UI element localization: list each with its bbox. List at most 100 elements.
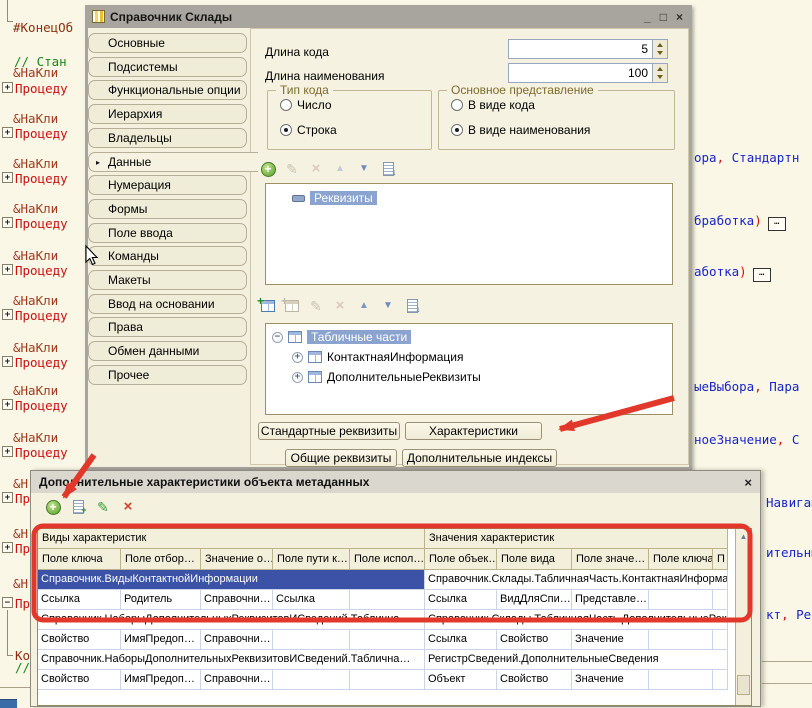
- table-cell[interactable]: [273, 630, 350, 650]
- sort-list-icon[interactable]: ↓: [404, 298, 420, 314]
- tab-подсистемы[interactable]: Подсистемы: [88, 57, 247, 77]
- table-cell[interactable]: ИмяПредоп…: [121, 630, 201, 650]
- table-row[interactable]: СвойствоИмяПредоп…Справочни…СсылкаСвойст…: [38, 630, 751, 650]
- expand-icon[interactable]: +: [2, 127, 13, 138]
- table-cell[interactable]: [350, 670, 425, 690]
- column-header[interactable]: Значение о…: [201, 549, 273, 570]
- expand-icon[interactable]: +: [2, 217, 13, 228]
- attributes-tree[interactable]: Реквизиты: [265, 183, 673, 285]
- radio-button-icon[interactable]: [280, 124, 292, 136]
- expand-icon[interactable]: +: [2, 542, 13, 553]
- table-cell[interactable]: [713, 630, 728, 650]
- tree-item-label[interactable]: Реквизиты: [310, 191, 377, 205]
- tab-функциональные-опции[interactable]: Функциональные опции: [88, 80, 247, 100]
- additional-indexes-button[interactable]: Дополнительные индексы: [402, 449, 557, 467]
- edit-icon[interactable]: ✎: [95, 499, 111, 515]
- tab-иерархия[interactable]: Иерархия: [88, 104, 247, 124]
- radio-число[interactable]: Число: [280, 98, 332, 112]
- tree-item-tabular-sections[interactable]: −Табличные части: [272, 330, 411, 344]
- table-cell[interactable]: Свойство: [38, 670, 121, 690]
- table-row[interactable]: Справочник.ВидыКонтактнойИнформацииСправ…: [38, 570, 751, 590]
- table-cell[interactable]: ИмяПредоп…: [121, 670, 201, 690]
- characteristics-button[interactable]: Характеристики: [405, 422, 542, 440]
- table-cell[interactable]: [350, 630, 425, 650]
- add-subordinate-icon[interactable]: +: [284, 298, 300, 314]
- add-icon[interactable]: +: [260, 161, 276, 177]
- minimize-button[interactable]: _: [644, 11, 651, 23]
- edit-icon[interactable]: ✎: [308, 298, 324, 314]
- table-cell[interactable]: Ссылка: [38, 590, 121, 610]
- collapse-icon[interactable]: −: [2, 597, 13, 608]
- table-cell[interactable]: Значение: [572, 670, 649, 690]
- close-button[interactable]: ×: [676, 11, 683, 23]
- vertical-scrollbar[interactable]: ▲: [735, 529, 751, 705]
- tab-владельцы[interactable]: Владельцы: [88, 128, 247, 148]
- standard-attributes-button[interactable]: Стандартные реквизиты: [258, 422, 400, 440]
- delete-icon[interactable]: ×: [332, 298, 348, 314]
- collapsed-code-icon[interactable]: …: [753, 268, 771, 282]
- tab-нумерация[interactable]: Нумерация: [88, 175, 247, 195]
- delete-icon[interactable]: ×: [120, 499, 136, 515]
- collapse-icon[interactable]: −: [272, 332, 283, 343]
- code-length-field[interactable]: 5: [508, 39, 668, 59]
- sort-list-icon[interactable]: ↓: [380, 161, 396, 177]
- column-header[interactable]: Поле пути к…: [273, 549, 350, 570]
- tab-основные[interactable]: Основные: [88, 33, 247, 53]
- tab-ввод-на-основании[interactable]: Ввод на основании: [88, 294, 247, 314]
- code-length-value[interactable]: 5: [509, 40, 652, 58]
- tree-item-attributes[interactable]: Реквизиты: [292, 191, 377, 205]
- radio-в-виде-наименования[interactable]: В виде наименования: [451, 123, 590, 137]
- tab-права[interactable]: Права: [88, 317, 247, 337]
- expand-icon[interactable]: +: [2, 492, 13, 503]
- scroll-thumb[interactable]: [737, 675, 750, 695]
- table-cell[interactable]: Ссылка: [425, 590, 497, 610]
- tab-данные[interactable]: ▸Данные: [88, 152, 258, 172]
- move-up-icon[interactable]: ▲: [332, 161, 348, 177]
- table-cell-merged[interactable]: Справочник.ВидыКонтактнойИнформации: [38, 570, 425, 590]
- tabular-sections-tree[interactable]: −Табличные части +КонтактнаяИнформация +До…: [265, 323, 673, 415]
- column-header[interactable]: Поле вида: [497, 549, 572, 570]
- move-down-icon[interactable]: ▼: [380, 298, 396, 314]
- table-cell[interactable]: Объект: [425, 670, 497, 690]
- table-cell[interactable]: Ссылка: [273, 590, 350, 610]
- table-cell[interactable]: Свойство: [497, 670, 572, 690]
- column-header[interactable]: Поле ключа…: [649, 549, 713, 570]
- spinner-buttons[interactable]: [652, 40, 667, 58]
- add-icon[interactable]: +: [45, 499, 61, 515]
- tree-item-контактнаяинформация[interactable]: +КонтактнаяИнформация: [292, 350, 463, 364]
- table-row[interactable]: Справочник.НаборыДополнительныхРеквизито…: [38, 610, 751, 630]
- table-cell[interactable]: [713, 590, 728, 610]
- delete-icon[interactable]: ×: [308, 161, 324, 177]
- radio-button-icon[interactable]: [280, 99, 292, 111]
- table-cell-merged[interactable]: Справочник.НаборыДополнительныхРеквизито…: [38, 650, 425, 670]
- table-cell[interactable]: [273, 670, 350, 690]
- table-cell[interactable]: [649, 630, 713, 650]
- expand-icon[interactable]: +: [2, 264, 13, 275]
- expand-icon[interactable]: +: [2, 356, 13, 367]
- expand-icon[interactable]: +: [292, 372, 303, 383]
- table-cell[interactable]: Свойство: [38, 630, 121, 650]
- common-attributes-button[interactable]: Общие реквизиты: [285, 449, 397, 467]
- spin-down-icon[interactable]: [657, 51, 663, 55]
- table-cell-merged[interactable]: Справочник.Склады.ТабличнаяЧасть.Контакт…: [425, 570, 728, 590]
- expand-icon[interactable]: +: [2, 399, 13, 410]
- tab-макеты[interactable]: Макеты: [88, 270, 247, 290]
- spinner-buttons[interactable]: [652, 64, 667, 82]
- table-cell[interactable]: Представле…: [572, 590, 649, 610]
- tree-item-дополнительныереквизиты[interactable]: +ДополнительныеРеквизиты: [292, 370, 481, 384]
- expand-icon[interactable]: +: [2, 172, 13, 183]
- scroll-up-icon[interactable]: ▲: [736, 529, 751, 545]
- expand-icon[interactable]: +: [2, 446, 13, 457]
- add-table-icon[interactable]: +: [260, 298, 276, 314]
- close-button[interactable]: ×: [744, 475, 752, 490]
- tab-формы[interactable]: Формы: [88, 199, 247, 219]
- expand-icon[interactable]: +: [2, 309, 13, 320]
- move-down-icon[interactable]: ▼: [356, 161, 372, 177]
- table-cell-merged[interactable]: Справочник.Склады.ТабличнаяЧасть.Дополни…: [425, 610, 728, 630]
- table-cell-merged[interactable]: Справочник.НаборыДополнительныхРеквизито…: [38, 610, 425, 630]
- add-copy-icon[interactable]: +: [70, 499, 86, 515]
- column-header[interactable]: Поле значе…: [572, 549, 649, 570]
- tab-команды[interactable]: Команды: [88, 246, 247, 266]
- tab-поле-ввода[interactable]: Поле ввода: [88, 223, 247, 243]
- characteristics-table[interactable]: Виды характеристикЗначения характеристик…: [37, 528, 752, 706]
